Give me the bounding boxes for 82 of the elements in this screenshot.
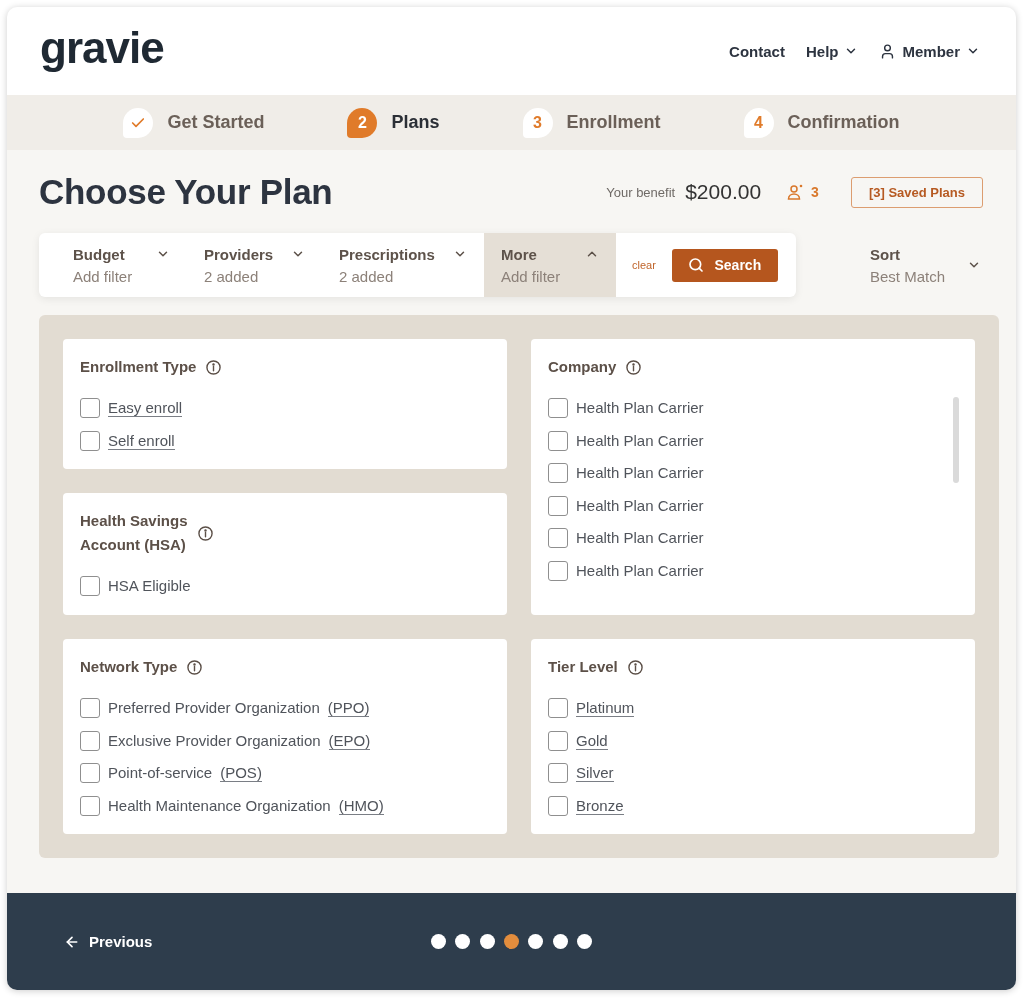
option-link[interactable]: Gold bbox=[576, 731, 608, 750]
person-icon bbox=[787, 184, 804, 200]
step-label: Confirmation bbox=[787, 112, 900, 133]
option-label: Health Plan Carrier bbox=[576, 561, 704, 580]
page-dot[interactable] bbox=[552, 934, 568, 949]
info-icon[interactable] bbox=[206, 359, 222, 375]
step-number: 2 bbox=[347, 107, 378, 138]
step-label: Get Started bbox=[167, 112, 265, 133]
option-link[interactable]: Self enroll bbox=[108, 431, 175, 450]
info-icon[interactable] bbox=[626, 359, 642, 375]
option-label: Health Plan Carrier bbox=[576, 399, 704, 417]
option-label: HSA Eligible bbox=[108, 577, 191, 595]
option-label: Health Maintenance Organization bbox=[108, 796, 331, 815]
search-icon bbox=[688, 257, 705, 273]
option-label: Point-of-service bbox=[108, 764, 213, 782]
checkbox[interactable] bbox=[548, 528, 568, 548]
checkbox[interactable] bbox=[80, 398, 100, 418]
option-label: Health Plan Carrier bbox=[576, 431, 704, 450]
step-number: 4 bbox=[743, 107, 774, 138]
saved-plans-button[interactable]: [3] Saved Plans bbox=[850, 176, 983, 208]
filter-dropdown[interactable]: More Add filter bbox=[484, 233, 616, 297]
logo[interactable]: gravie bbox=[40, 26, 164, 70]
filter-group-title: Enrollment Type bbox=[80, 357, 197, 377]
filter-dropdown[interactable]: Prescriptions 2 added bbox=[322, 233, 484, 297]
abbreviation-link[interactable]: (POS) bbox=[220, 764, 262, 782]
scrollbar-thumb[interactable] bbox=[953, 397, 959, 483]
abbreviation-link[interactable]: (PPO) bbox=[327, 699, 370, 717]
account-menu[interactable]: Member bbox=[879, 42, 980, 60]
info-icon[interactable] bbox=[627, 659, 643, 675]
abbreviation-link[interactable]: (HMO) bbox=[338, 796, 384, 815]
option-label: Health Plan Carrier bbox=[576, 464, 704, 482]
page-title: Choose Your Plan bbox=[39, 172, 333, 212]
checkbox[interactable] bbox=[80, 730, 100, 751]
option-label: Preferred Provider Organization bbox=[108, 699, 320, 717]
page-dot[interactable] bbox=[504, 934, 519, 949]
nav-link[interactable]: Contact bbox=[729, 42, 785, 60]
option-label: Health Plan Carrier bbox=[576, 496, 704, 515]
checkbox[interactable] bbox=[548, 698, 568, 718]
checkbox[interactable] bbox=[80, 576, 100, 596]
previous-button[interactable]: Previous bbox=[64, 933, 153, 950]
checkbox[interactable] bbox=[548, 495, 568, 516]
checkbox[interactable] bbox=[80, 795, 100, 816]
sort-dropdown[interactable]: Sort Best Match bbox=[869, 245, 981, 285]
clear-link[interactable]: clear bbox=[632, 259, 656, 271]
page-dot[interactable] bbox=[528, 934, 544, 949]
benefit-amount: $200.00 bbox=[685, 180, 762, 204]
checkbox[interactable] bbox=[548, 763, 568, 783]
filter-dropdown[interactable]: Budget Add filter bbox=[56, 233, 187, 297]
option-link[interactable]: Bronze bbox=[576, 796, 624, 815]
page-dot[interactable] bbox=[431, 934, 447, 949]
filter-group-title: Network Type bbox=[80, 657, 178, 677]
page-dot[interactable] bbox=[479, 934, 495, 949]
filter-group-title: Health Savings Account (HSA) bbox=[80, 511, 188, 555]
filter-group-title: Company bbox=[548, 357, 617, 377]
checkbox[interactable] bbox=[80, 763, 100, 783]
info-icon[interactable] bbox=[187, 659, 203, 675]
search-button[interactable]: Search bbox=[671, 248, 778, 282]
option-link[interactable]: Silver bbox=[576, 764, 614, 782]
filter-dropdown[interactable]: Providers 2 added bbox=[187, 233, 322, 297]
option-label: Exclusive Provider Organization bbox=[108, 731, 321, 750]
checkbox[interactable] bbox=[548, 430, 568, 451]
info-icon[interactable] bbox=[197, 525, 213, 541]
step-number: 3 bbox=[522, 107, 553, 138]
checkbox[interactable] bbox=[548, 463, 568, 483]
nav-menu[interactable]: Help bbox=[805, 42, 859, 60]
checkbox[interactable] bbox=[80, 698, 100, 718]
checkbox[interactable] bbox=[548, 730, 568, 751]
filter-group-title: Tier Level bbox=[548, 657, 618, 677]
step-label: Plans bbox=[391, 112, 440, 133]
checkbox[interactable] bbox=[548, 795, 568, 816]
member-count: 3 bbox=[811, 184, 819, 200]
option-link[interactable]: Platinum bbox=[576, 699, 635, 717]
option-link[interactable]: Easy enroll bbox=[108, 399, 183, 417]
checkbox[interactable] bbox=[548, 398, 568, 418]
step-label: Enrollment bbox=[566, 112, 661, 133]
benefit-label: Your benefit bbox=[606, 184, 676, 200]
checkbox[interactable] bbox=[80, 430, 100, 451]
option-label: Health Plan Carrier bbox=[576, 529, 704, 547]
page-dot[interactable] bbox=[576, 934, 592, 949]
abbreviation-link[interactable]: (EPO) bbox=[328, 731, 371, 750]
checkbox[interactable] bbox=[548, 560, 568, 581]
page-dot[interactable] bbox=[455, 934, 471, 949]
